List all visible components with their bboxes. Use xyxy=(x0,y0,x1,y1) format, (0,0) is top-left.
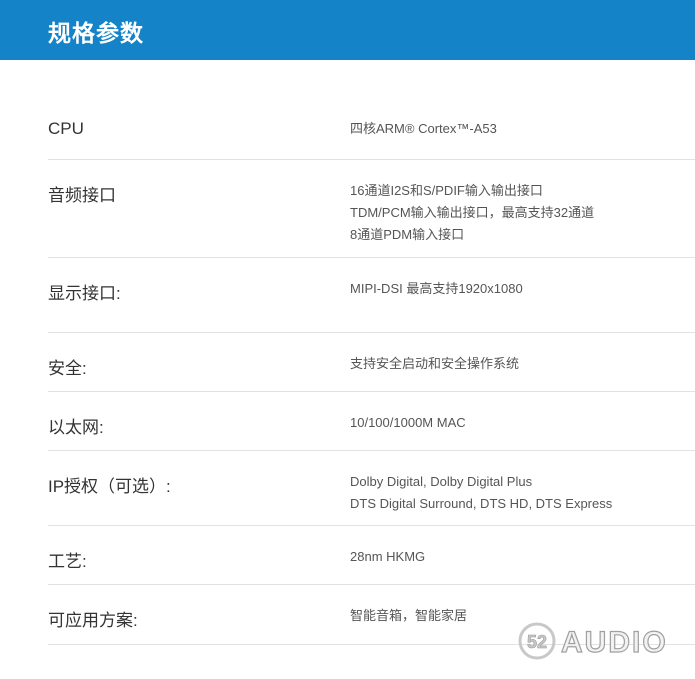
spec-value: TDM/PCM输入输出接口，最高支持32通道 xyxy=(350,205,595,220)
spec-label: IP授权（可选）: xyxy=(48,477,171,496)
spec-values: 28nm HKMG xyxy=(350,546,425,568)
spec-label: 安全: xyxy=(48,359,87,378)
spec-row-audio: 音频接口 16通道I2S和S/PDIF输入输出接口 TDM/PCM输入输出接口，… xyxy=(48,160,695,258)
spec-row-ethernet: 以太网: 10/100/1000M MAC xyxy=(48,392,695,451)
spec-values: MIPI-DSI 最高支持1920x1080 xyxy=(350,278,523,300)
52audio-watermark-logo: 52 AUDIO xyxy=(518,622,668,660)
section-header: 规格参数 xyxy=(0,0,695,60)
spec-values: 四核ARM® Cortex™-A53 xyxy=(350,118,497,140)
spec-row-process: 工艺: 28nm HKMG xyxy=(48,526,695,585)
spec-value: 16通道I2S和S/PDIF输入输出接口 xyxy=(350,183,543,198)
spec-values: Dolby Digital, Dolby Digital Plus DTS Di… xyxy=(350,471,612,515)
spec-value: 8通道PDM输入接口 xyxy=(350,227,465,242)
spec-value: MIPI-DSI 最高支持1920x1080 xyxy=(350,281,523,296)
spec-row-ip-license: IP授权（可选）: Dolby Digital, Dolby Digital P… xyxy=(48,451,695,526)
spec-label: 音频接口 xyxy=(48,186,116,205)
section-title: 规格参数 xyxy=(48,20,144,46)
spec-values: 智能音箱，智能家居 xyxy=(350,605,467,627)
spec-values: 支持安全启动和安全操作系统 xyxy=(350,353,519,375)
spec-value: 10/100/1000M MAC xyxy=(350,415,466,430)
spec-label: 以太网: xyxy=(48,418,104,437)
spec-row-display: 显示接口: MIPI-DSI 最高支持1920x1080 xyxy=(48,258,695,333)
spec-table: CPU 四核ARM® Cortex™-A53 音频接口 16通道I2S和S/PD… xyxy=(48,98,695,645)
spec-value: Dolby Digital, Dolby Digital Plus xyxy=(350,474,533,489)
spec-values: 10/100/1000M MAC xyxy=(350,412,466,434)
spec-value: 28nm HKMG xyxy=(350,549,426,564)
spec-value: DTS Digital Surround, DTS HD, DTS Expres… xyxy=(350,496,613,511)
spec-value: 智能音箱，智能家居 xyxy=(350,608,468,623)
svg-text:AUDIO: AUDIO xyxy=(561,626,668,659)
spec-value: 四核ARM® Cortex™-A53 xyxy=(350,121,497,136)
spec-label: CPU xyxy=(48,119,84,138)
spec-value: 支持安全启动和安全操作系统 xyxy=(350,356,520,371)
svg-text:52: 52 xyxy=(527,632,547,652)
spec-row-security: 安全: 支持安全启动和安全操作系统 xyxy=(48,333,695,392)
spec-label: 可应用方案: xyxy=(48,611,138,630)
spec-label: 工艺: xyxy=(48,552,87,571)
spec-row-cpu: CPU 四核ARM® Cortex™-A53 xyxy=(48,98,695,160)
spec-label: 显示接口: xyxy=(48,284,121,303)
spec-values: 16通道I2S和S/PDIF输入输出接口 TDM/PCM输入输出接口，最高支持3… xyxy=(350,180,594,246)
